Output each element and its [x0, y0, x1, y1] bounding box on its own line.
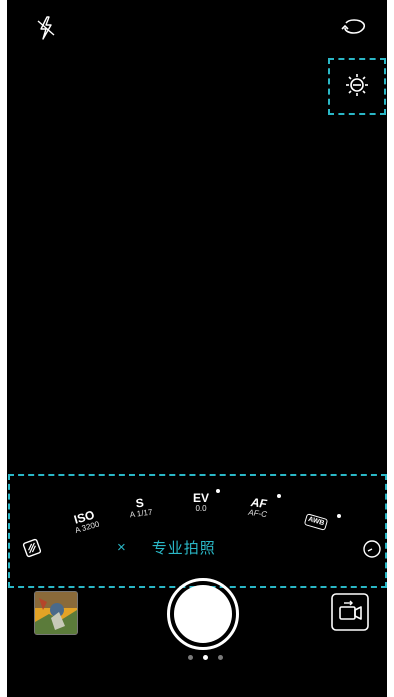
camera-screen: ISO A 3200 S A 1/17 EV 0.0 AF AF-C AWB ×…	[7, 0, 387, 697]
shutter-speed-control[interactable]: S A 1/17	[128, 496, 153, 520]
video-mode-icon[interactable]	[329, 591, 371, 633]
shutter-button[interactable]	[167, 578, 239, 650]
brightness-settings-icon[interactable]	[343, 71, 371, 99]
awb-icon: AWB	[303, 512, 329, 532]
shutter-inner	[174, 585, 232, 643]
page-indicator	[188, 655, 223, 660]
af-control[interactable]: AF AF-C	[248, 495, 269, 519]
ev-control[interactable]: EV 0.0	[193, 492, 209, 513]
awb-label: AWB	[307, 515, 326, 527]
ev-value: 0.0	[195, 504, 207, 513]
page-dot	[188, 655, 193, 660]
page-dot-active	[203, 655, 208, 660]
gallery-thumbnail[interactable]	[34, 591, 78, 635]
page-dot	[218, 655, 223, 660]
switch-camera-icon[interactable]	[337, 14, 371, 40]
close-pro-mode-button[interactable]: ×	[117, 540, 126, 555]
ev-label: EV	[193, 491, 210, 505]
pro-mode-row: × 专业拍照	[117, 537, 216, 558]
af-indicator-dot	[277, 494, 281, 498]
ev-indicator-dot	[216, 489, 220, 493]
awb-indicator-dot	[337, 514, 341, 518]
flash-off-icon[interactable]	[33, 14, 59, 42]
pro-mode-label: 专业拍照	[151, 539, 216, 557]
timer-icon[interactable]	[360, 537, 384, 561]
